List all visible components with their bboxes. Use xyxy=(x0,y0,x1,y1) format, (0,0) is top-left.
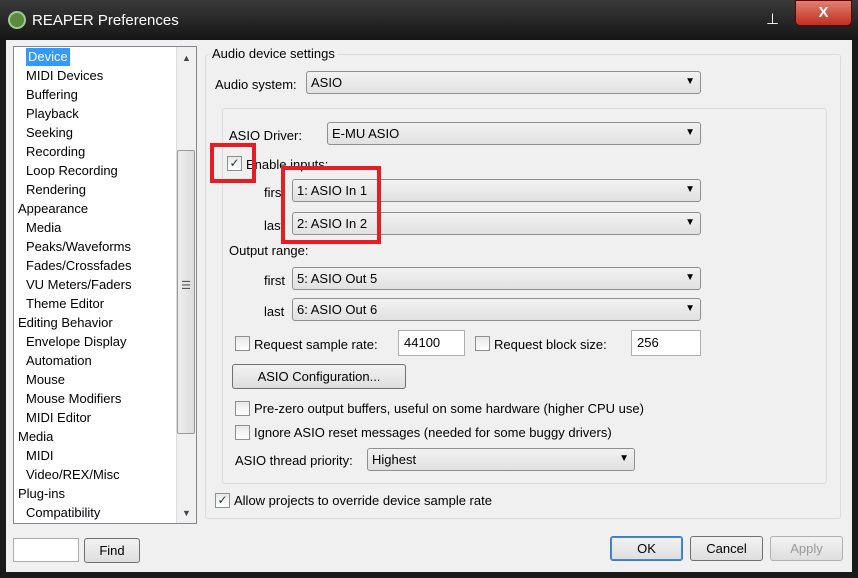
prezero-label: Pre-zero output buffers, useful on some … xyxy=(254,401,644,416)
scroll-up-icon[interactable]: ▲ xyxy=(182,53,191,63)
request-sample-rate-label: Request sample rate: xyxy=(254,337,378,352)
sidebar-item[interactable]: Recording xyxy=(26,143,85,161)
asio-driver-value: E-MU ASIO xyxy=(332,126,400,141)
output-first-value: 5: ASIO Out 5 xyxy=(297,271,378,286)
chevron-down-icon: ▼ xyxy=(685,272,695,283)
sidebar-item[interactable]: Buffering xyxy=(26,86,78,104)
sidebar-item[interactable]: VU Meters/Faders xyxy=(26,276,131,294)
sidebar-item[interactable]: MIDI Devices xyxy=(26,67,103,85)
sidebar-item[interactable]: Mouse Modifiers xyxy=(26,390,121,408)
asio-driver-select[interactable]: E-MU ASIO ▼ xyxy=(327,122,701,145)
chevron-down-icon: ▼ xyxy=(685,217,695,228)
sidebar-item[interactable]: Loop Recording xyxy=(26,162,118,180)
request-block-size-label: Request block size: xyxy=(494,337,607,352)
window-title: REAPER Preferences xyxy=(32,12,179,29)
sidebar-item[interactable]: Automation xyxy=(26,352,92,370)
output-first-select[interactable]: 5: ASIO Out 5 ▼ xyxy=(292,267,701,290)
asio-driver-label: ASIO Driver: xyxy=(229,128,302,143)
output-last-select[interactable]: 6: ASIO Out 6 ▼ xyxy=(292,298,701,321)
sample-rate-input[interactable]: 44100 xyxy=(398,330,465,356)
scroll-down-icon[interactable]: ▼ xyxy=(182,508,191,518)
output-range-label: Output range: xyxy=(229,243,309,258)
sidebar-item[interactable]: Fades/Crossfades xyxy=(26,257,132,275)
sidebar-item[interactable]: MIDI xyxy=(26,447,53,465)
find-button[interactable]: Find xyxy=(84,538,140,563)
sidebar-item[interactable]: Seeking xyxy=(26,124,73,142)
sidebar-item[interactable]: Peaks/Waveforms xyxy=(26,238,131,256)
sidebar-item[interactable]: Media xyxy=(26,219,61,237)
output-last-value: 6: ASIO Out 6 xyxy=(297,302,378,317)
sidebar-item[interactable]: Rendering xyxy=(26,181,86,199)
sidebar-item[interactable]: Appearance xyxy=(18,200,88,218)
cancel-button[interactable]: Cancel xyxy=(690,536,763,561)
highlight-annotation xyxy=(210,143,256,183)
pin-icon[interactable]: ⊥ xyxy=(766,10,779,28)
allow-override-label: Allow projects to override device sample… xyxy=(234,493,492,508)
sidebar-item[interactable]: MIDI Editor xyxy=(26,409,91,427)
thread-priority-value: Highest xyxy=(372,452,417,467)
apply-button[interactable]: Apply xyxy=(770,536,843,561)
sidebar-item[interactable]: Video/REX/Misc xyxy=(26,466,120,484)
thread-priority-label: ASIO thread priority: xyxy=(235,453,353,468)
chevron-down-icon: ▼ xyxy=(619,453,629,464)
chevron-down-icon: ▼ xyxy=(685,184,695,195)
chevron-down-icon: ▼ xyxy=(685,76,695,87)
highlight-annotation xyxy=(281,166,381,244)
ignore-reset-label: Ignore ASIO reset messages (needed for s… xyxy=(254,425,612,440)
sidebar-item[interactable]: Media xyxy=(18,428,53,446)
block-size-input[interactable]: 256 xyxy=(631,330,701,356)
reaper-logo-icon xyxy=(8,11,26,29)
thread-priority-select[interactable]: Highest ▼ xyxy=(367,448,635,471)
chevron-down-icon: ▼ xyxy=(685,303,695,314)
asio-configuration-button[interactable]: ASIO Configuration... xyxy=(232,364,406,389)
prezero-checkbox[interactable] xyxy=(235,401,250,416)
sidebar-item[interactable]: Device xyxy=(26,48,70,66)
scrollbar-thumb[interactable]: ☰ xyxy=(177,150,195,434)
chevron-down-icon: ▼ xyxy=(685,127,695,138)
sidebar-item[interactable]: Plug-ins xyxy=(18,485,65,503)
output-last-label: last xyxy=(264,304,285,319)
close-button[interactable]: X xyxy=(795,0,852,26)
request-block-size-checkbox[interactable] xyxy=(475,336,490,351)
audio-system-label: Audio system: xyxy=(215,77,297,92)
sidebar-item[interactable]: Playback xyxy=(26,105,79,123)
group-title: Audio device settings xyxy=(210,46,337,61)
ok-button[interactable]: OK xyxy=(610,536,683,561)
sidebar-item[interactable]: Theme Editor xyxy=(26,295,104,313)
audio-system-select[interactable]: ASIO ▼ xyxy=(306,71,701,94)
sidebar-item[interactable]: Compatibility xyxy=(26,504,100,522)
request-sample-rate-checkbox[interactable] xyxy=(235,336,250,351)
sidebar-item[interactable]: Mouse xyxy=(26,371,65,389)
ignore-reset-checkbox[interactable] xyxy=(235,425,250,440)
find-input[interactable] xyxy=(13,538,79,562)
allow-override-checkbox[interactable]: ✓ xyxy=(215,493,230,508)
output-first-label: first xyxy=(264,273,285,288)
sidebar-item[interactable]: Envelope Display xyxy=(26,333,126,351)
audio-system-value: ASIO xyxy=(311,75,343,90)
sidebar-item[interactable]: Editing Behavior xyxy=(18,314,113,332)
